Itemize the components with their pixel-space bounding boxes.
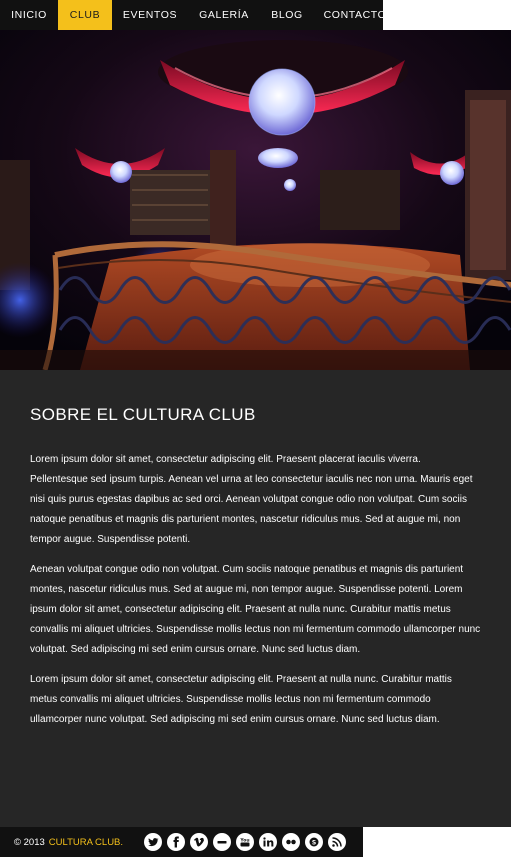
copyright: © 2013 CULTURA CLUB. [14, 837, 123, 848]
facebook-icon[interactable] [167, 833, 186, 851]
myspace-icon[interactable] [213, 833, 232, 851]
main-nav: Inicio Club Eventos Galería Blog Contact… [0, 0, 386, 30]
linkedin-icon[interactable] [259, 833, 278, 851]
nav-item-blog[interactable]: Blog [260, 0, 314, 30]
copyright-year: © 2013 [14, 836, 45, 848]
svg-text:S: S [312, 839, 316, 846]
nav-item-galeria[interactable]: Galería [188, 0, 260, 30]
paragraph: Lorem ipsum dolor sit amet, consectetur … [30, 454, 473, 545]
paragraph: Aenean volutpat congue odio non volutpat… [30, 564, 481, 655]
social-links: You S [144, 833, 351, 851]
about-section: SOBRE EL CULTURA CLUB Lorem ipsum dolor … [0, 370, 511, 827]
nav-item-contacto[interactable]: Contacto [314, 0, 396, 30]
twitter-icon[interactable] [144, 833, 163, 851]
hero-image-club-interior [0, 30, 511, 370]
vimeo-icon[interactable] [190, 833, 209, 851]
nav-item-eventos[interactable]: Eventos [112, 0, 188, 30]
footer: © 2013 CULTURA CLUB. You S [0, 827, 363, 857]
youtube-icon[interactable]: You [236, 833, 255, 851]
section-title: SOBRE EL CULTURA CLUB [30, 405, 256, 424]
brand-link[interactable]: CULTURA CLUB. [49, 837, 123, 848]
nav-item-club[interactable]: Club [58, 0, 112, 30]
paragraph: Lorem ipsum dolor sit amet, consectetur … [30, 674, 452, 725]
flickr-icon[interactable] [282, 833, 301, 851]
club-interior-illustration [0, 30, 511, 370]
skype-icon[interactable]: S [305, 833, 324, 851]
nav-item-inicio[interactable]: Inicio [0, 0, 58, 30]
rss-icon[interactable] [328, 833, 347, 851]
